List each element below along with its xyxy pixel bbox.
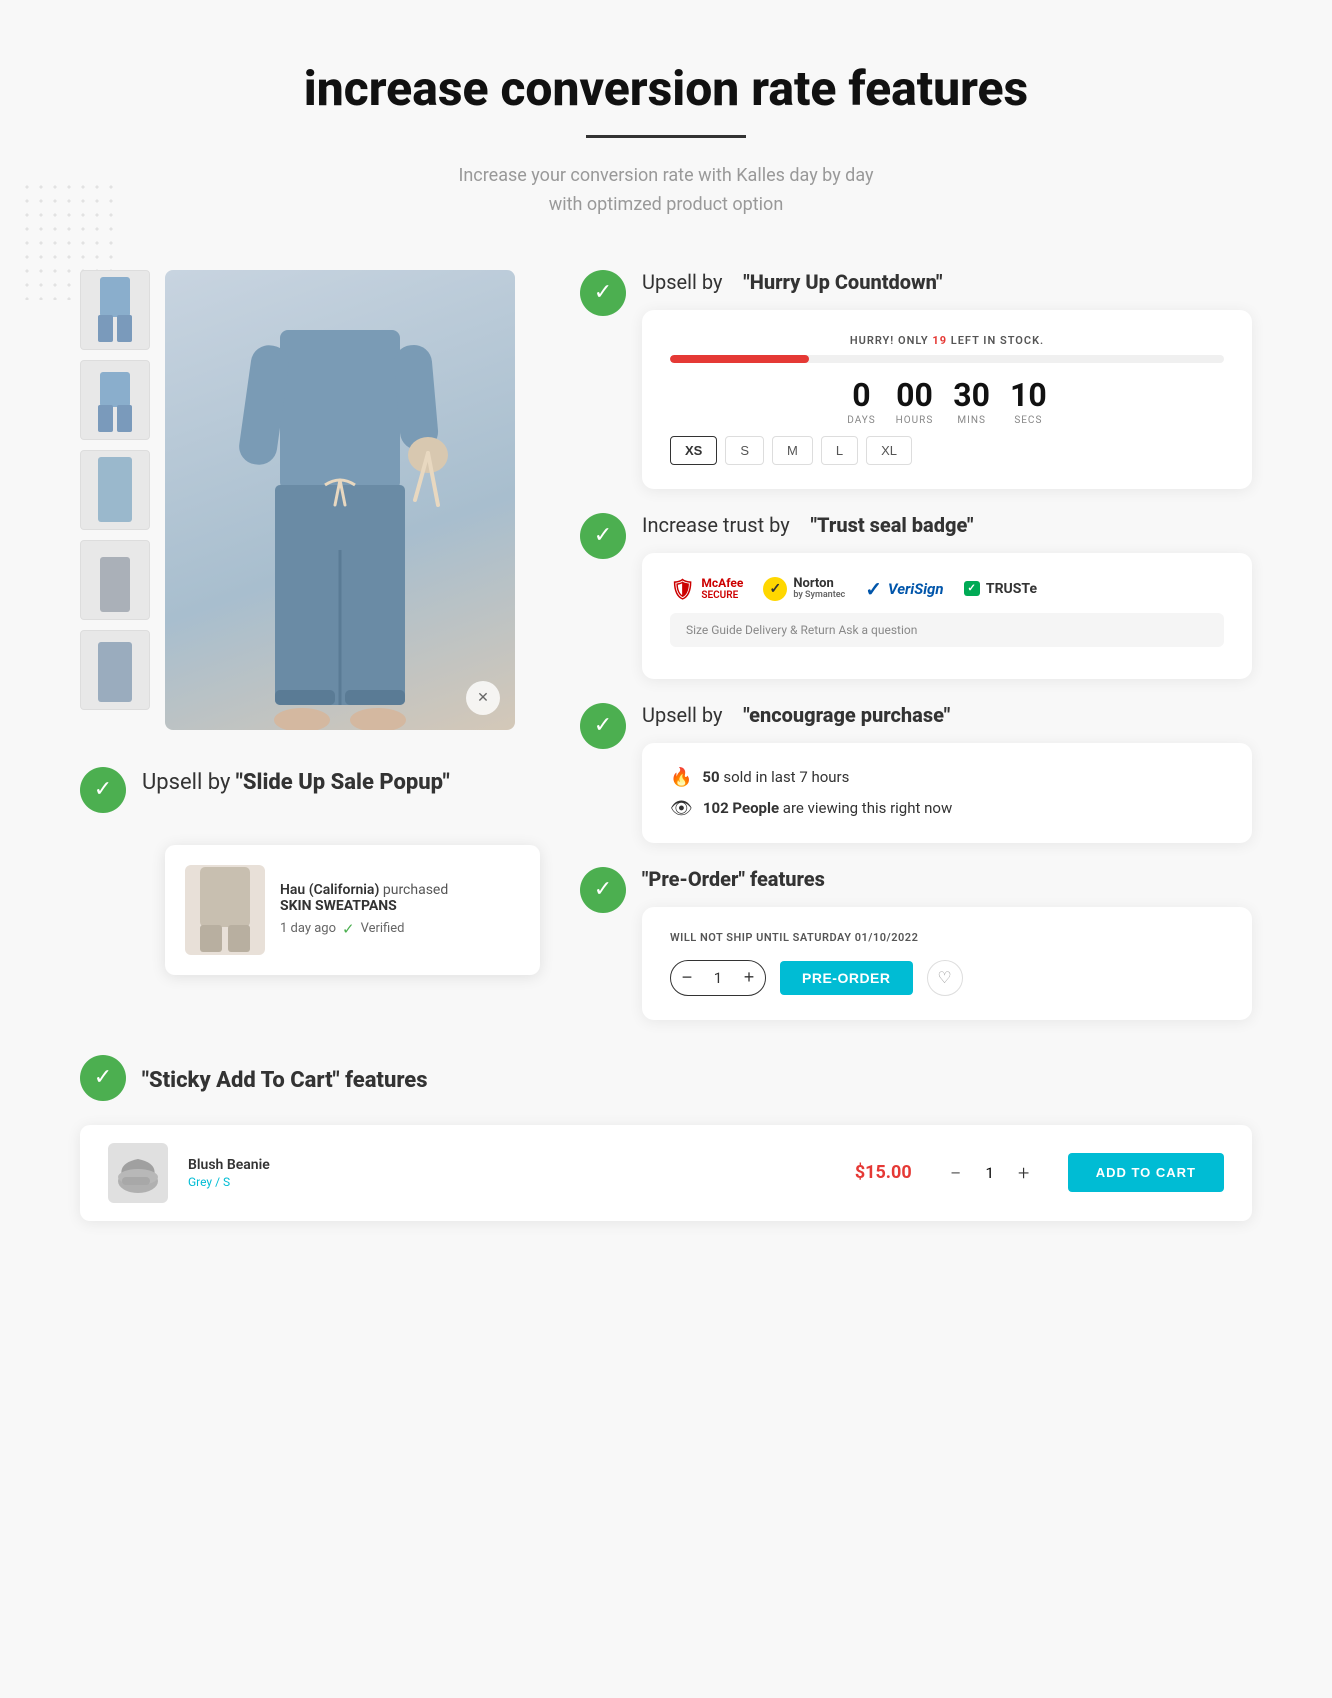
verisign-badge: ✓ VeriSign bbox=[865, 577, 943, 601]
encourage-title: Upsell by "encougrage purchase" bbox=[642, 703, 1252, 727]
countdown-days: 0 DAYS bbox=[847, 379, 875, 426]
size-xs[interactable]: XS bbox=[670, 436, 717, 465]
fire-icon: 🔥 bbox=[670, 767, 692, 788]
countdown-mins: 30 MINS bbox=[953, 379, 990, 426]
preorder-button[interactable]: PRE-ORDER bbox=[780, 961, 913, 995]
stock-bar-fill bbox=[670, 355, 809, 363]
thumbnail-3[interactable] bbox=[80, 450, 150, 530]
trust-badge-badge: ✓ bbox=[580, 513, 626, 559]
header-divider bbox=[586, 135, 746, 138]
sticky-qty-control: − 1 + bbox=[942, 1159, 1038, 1187]
popup-text: Hau (California) purchased SKIN SWEATPAN… bbox=[280, 882, 448, 938]
expand-button[interactable]: ✕ bbox=[466, 681, 500, 715]
encourage-list: 🔥 50 sold in last 7 hours 👁 102 People a… bbox=[670, 767, 1224, 819]
sticky-cart-bar: Blush Beanie Grey / S $15.00 − 1 + ADD T… bbox=[80, 1125, 1252, 1221]
norton-icon: ✓ bbox=[763, 577, 787, 601]
sticky-qty-minus[interactable]: − bbox=[942, 1159, 970, 1187]
sticky-product-info: Blush Beanie Grey / S bbox=[188, 1157, 835, 1189]
thumbnail-5[interactable] bbox=[80, 630, 150, 710]
size-selector: XS S M L XL bbox=[670, 436, 1224, 465]
preorder-row: ✓ "Pre-Order" features WILL NOT SHIP UNT… bbox=[580, 867, 1252, 1020]
slide-up-feature-header: ✓ Upsell by "Slide Up Sale Popup" bbox=[80, 770, 540, 815]
trust-badge-row: ✓ Increase trust by "Trust seal badge" 🛡… bbox=[580, 513, 1252, 679]
preorder-card: WILL NOT SHIP UNTIL SATURDAY 01/10/2022 … bbox=[642, 907, 1252, 1020]
norton-badge: ✓ Norton by Symantec bbox=[763, 577, 845, 601]
popup-customer: Hau (California) purchased bbox=[280, 882, 448, 898]
encourage-item-viewing: 👁 102 People are viewing this right now bbox=[670, 798, 1224, 819]
page-subtitle: Increase your conversion rate with Kalle… bbox=[80, 162, 1252, 220]
mcafee-badge: 🛡 McAfee SECURE bbox=[670, 577, 743, 601]
preorder-qty-value: 1 bbox=[703, 969, 733, 987]
hurry-countdown-content: Upsell by "Hurry Up Countdown" HURRY! ON… bbox=[642, 270, 1252, 489]
thumbnail-1[interactable] bbox=[80, 270, 150, 350]
verified-icon: ✓ bbox=[342, 920, 355, 938]
product-thumbnails bbox=[80, 270, 150, 710]
right-column: ✓ Upsell by "Hurry Up Countdown" HURRY! … bbox=[580, 270, 1252, 1020]
trust-badge-card: 🛡 McAfee SECURE ✓ Norton bbox=[642, 553, 1252, 679]
preorder-content: "Pre-Order" features WILL NOT SHIP UNTIL… bbox=[642, 867, 1252, 1020]
sticky-qty-plus[interactable]: + bbox=[1010, 1159, 1038, 1187]
size-s[interactable]: S bbox=[725, 436, 764, 465]
verisign-icon: ✓ bbox=[865, 577, 882, 601]
sticky-product-thumb bbox=[108, 1143, 168, 1203]
preorder-ship-text: WILL NOT SHIP UNTIL SATURDAY 01/10/2022 bbox=[670, 931, 1224, 944]
trust-badges-list: 🛡 McAfee SECURE ✓ Norton bbox=[670, 577, 1224, 601]
encourage-item-sold: 🔥 50 sold in last 7 hours bbox=[670, 767, 1224, 788]
preorder-title: "Pre-Order" features bbox=[642, 867, 1252, 891]
sticky-product-name: Blush Beanie bbox=[188, 1157, 835, 1173]
trust-badge-title: Increase trust by "Trust seal badge" bbox=[642, 513, 1252, 537]
slide-up-feature-block: ✓ Upsell by "Slide Up Sale Popup" bbox=[80, 770, 540, 975]
hurry-text: HURRY! ONLY 19 LEFT IN STOCK. bbox=[670, 334, 1224, 347]
popup-verified: 1 day ago ✓ Verified bbox=[280, 920, 448, 938]
preorder-qty-plus[interactable]: + bbox=[733, 961, 765, 995]
size-l[interactable]: L bbox=[821, 436, 858, 465]
popup-product-name: SKIN SWEATPANS bbox=[280, 898, 448, 914]
slide-up-label: Upsell by "Slide Up Sale Popup" bbox=[142, 770, 450, 795]
encourage-badge: ✓ bbox=[580, 703, 626, 749]
main-content: ✕ ✓ Upsell by "Slide Up Sale Popup" bbox=[80, 270, 1252, 1020]
thumbnail-4[interactable] bbox=[80, 540, 150, 620]
sticky-header: ✓ "Sticky Add To Cart" features bbox=[80, 1060, 1252, 1101]
countdown-boxes: 0 DAYS 00 HOURS 30 MINS bbox=[670, 379, 1224, 426]
preorder-qty-control: − 1 + bbox=[670, 960, 766, 996]
hurry-countdown-badge: ✓ bbox=[580, 270, 626, 316]
sticky-price: $15.00 bbox=[855, 1162, 912, 1183]
slide-up-popup: Hau (California) purchased SKIN SWEATPAN… bbox=[165, 845, 540, 975]
hurry-countdown-card: HURRY! ONLY 19 LEFT IN STOCK. 0 DAYS 00 bbox=[642, 310, 1252, 489]
size-xl[interactable]: XL bbox=[866, 436, 912, 465]
sticky-label: "Sticky Add To Cart" features bbox=[142, 1068, 428, 1093]
page-title: increase conversion rate features bbox=[80, 60, 1252, 117]
trust-badge-content: Increase trust by "Trust seal badge" 🛡 M… bbox=[642, 513, 1252, 679]
sticky-badge: ✓ bbox=[80, 1055, 126, 1101]
popup-product-image bbox=[185, 865, 265, 955]
encourage-row: ✓ Upsell by "encougrage purchase" 🔥 50 s… bbox=[580, 703, 1252, 843]
wishlist-button[interactable]: ♡ bbox=[927, 960, 963, 996]
sticky-qty-value: 1 bbox=[978, 1164, 1002, 1182]
preorder-badge: ✓ bbox=[580, 867, 626, 913]
countdown-secs: 10 SECS bbox=[1010, 379, 1047, 426]
page-wrapper: increase conversion rate features Increa… bbox=[0, 0, 1332, 1281]
encourage-content: Upsell by "encougrage purchase" 🔥 50 sol… bbox=[642, 703, 1252, 843]
sticky-product-variant: Grey / S bbox=[188, 1175, 835, 1189]
sticky-cart-section: ✓ "Sticky Add To Cart" features Blush Be… bbox=[80, 1060, 1252, 1221]
preorder-qty-minus[interactable]: − bbox=[671, 961, 703, 995]
preorder-controls: − 1 + PRE-ORDER ♡ bbox=[670, 960, 1224, 996]
encourage-card: 🔥 50 sold in last 7 hours 👁 102 People a… bbox=[642, 743, 1252, 843]
truste-badge: ✓ TRUSTe bbox=[964, 581, 1038, 597]
stock-bar bbox=[670, 355, 1224, 363]
main-product-image: ✕ bbox=[165, 270, 515, 730]
size-m[interactable]: M bbox=[772, 436, 813, 465]
hurry-countdown-row: ✓ Upsell by "Hurry Up Countdown" HURRY! … bbox=[580, 270, 1252, 489]
page-header: increase conversion rate features Increa… bbox=[80, 60, 1252, 220]
hurry-countdown-title: Upsell by "Hurry Up Countdown" bbox=[642, 270, 1252, 294]
truste-icon: ✓ bbox=[964, 581, 980, 596]
info-strip: Size Guide Delivery & Return Ask a quest… bbox=[670, 613, 1224, 647]
left-column: ✕ ✓ Upsell by "Slide Up Sale Popup" bbox=[80, 270, 540, 1020]
thumbnail-2[interactable] bbox=[80, 360, 150, 440]
eye-icon: 👁 bbox=[670, 798, 693, 819]
mcafee-icon: 🛡 bbox=[670, 577, 695, 601]
add-to-cart-button[interactable]: ADD TO CART bbox=[1068, 1153, 1224, 1192]
slide-up-badge: ✓ bbox=[80, 767, 126, 813]
countdown-hours: 00 HOURS bbox=[896, 379, 934, 426]
